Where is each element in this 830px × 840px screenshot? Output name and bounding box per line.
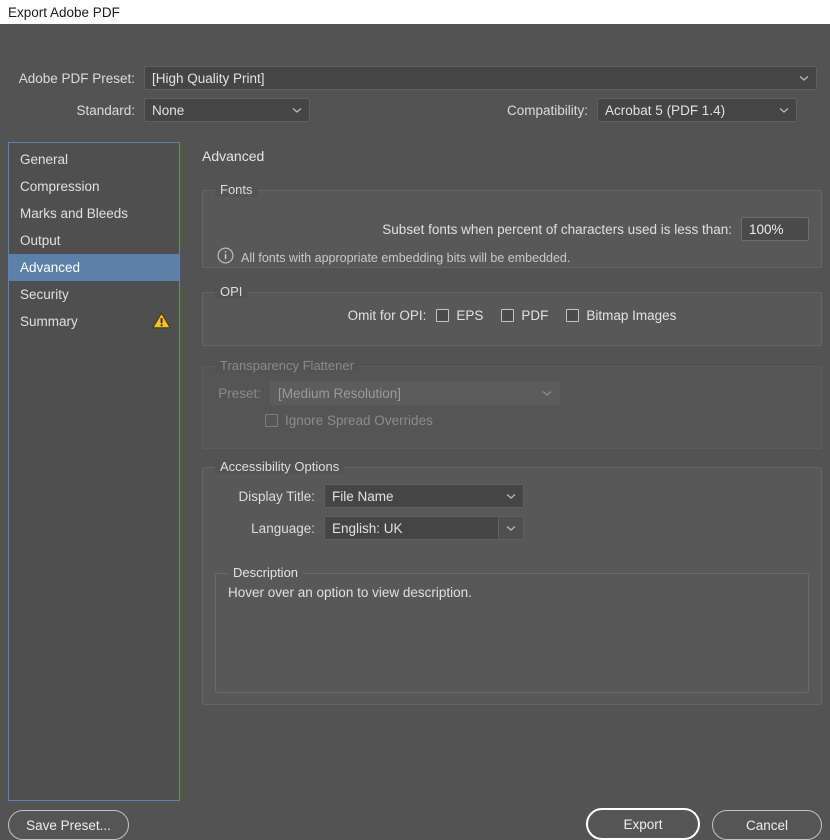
opi-pdf-checkbox[interactable]: PDF <box>501 308 548 323</box>
sidebar-item-output[interactable]: Output <box>9 227 179 254</box>
compatibility-select[interactable]: Acrobat 5 (PDF 1.4) <box>597 98 798 122</box>
window-title: Export Adobe PDF <box>8 4 120 20</box>
flattener-preset-select: [Medium Resolution] <box>270 381 560 405</box>
standard-select[interactable]: None <box>144 98 310 122</box>
flattener-preset-label: Preset: <box>218 385 261 401</box>
sidebar-item-label: Advanced <box>20 260 81 275</box>
sidebar-item-label: Security <box>20 287 69 302</box>
opi-pdf-label: PDF <box>521 308 549 323</box>
checkbox-box-icon <box>501 309 515 322</box>
export-button[interactable]: Export <box>586 808 700 840</box>
chevron-down-icon <box>292 105 302 115</box>
subset-fonts-label: Subset fonts when percent of characters … <box>382 221 732 237</box>
checkbox-box-icon <box>436 309 450 322</box>
opi-bitmap-images-label: Bitmap Images <box>586 308 677 323</box>
description-legend: Description <box>228 565 304 580</box>
sidebar-item-label: Summary <box>20 314 78 329</box>
sidebar-item-label: Output <box>20 233 61 248</box>
compatibility-value: Acrobat 5 (PDF 1.4) <box>605 102 726 118</box>
flattener-preset-row: Preset: [Medium Resolution] <box>203 381 560 405</box>
page-title: Advanced <box>202 148 265 164</box>
checkbox-box-icon <box>566 309 580 322</box>
sidebar-item-marks-and-bleeds[interactable]: Marks and Bleeds <box>9 200 179 227</box>
chevron-down-icon <box>506 526 516 531</box>
fonts-group: Fonts Subset fonts when percent of chara… <box>202 182 822 269</box>
adobe-pdf-preset-row: Adobe PDF Preset: [High Quality Print] <box>0 66 830 90</box>
save-preset-button[interactable]: Save Preset... <box>8 810 129 840</box>
cancel-button[interactable]: Cancel <box>712 810 822 840</box>
language-select[interactable]: English: UK <box>324 516 524 540</box>
display-title-value: File Name <box>332 488 394 504</box>
sidebar-item-security[interactable]: Security <box>9 281 179 308</box>
standard-compatibility-row: Standard: None Compatibility: Acrobat 5 … <box>0 98 830 122</box>
opi-group-legend: OPI <box>215 284 248 299</box>
language-dropdown-button[interactable] <box>498 517 523 539</box>
chevron-down-icon <box>779 105 789 115</box>
adobe-pdf-preset-select[interactable]: [High Quality Print] <box>144 66 817 90</box>
advanced-settings-panel: Advanced Fonts Subset fonts when percent… <box>188 142 822 801</box>
standard-value: None <box>152 102 185 118</box>
display-title-row: Display Title: File Name <box>203 484 524 508</box>
fonts-note-text: All fonts with appropriate embedding bit… <box>241 251 571 265</box>
compatibility-label: Compatibility: <box>507 102 589 118</box>
info-icon <box>217 247 234 269</box>
description-text: Hover over an option to view description… <box>228 585 472 600</box>
sidebar-item-label: Marks and Bleeds <box>20 206 129 221</box>
subset-fonts-input[interactable]: 100% <box>741 217 809 241</box>
accessibility-options-group: Accessibility Options Display Title: Fil… <box>202 459 822 705</box>
save-preset-label: Save Preset... <box>26 817 111 833</box>
adobe-pdf-preset-value: [High Quality Print] <box>152 70 265 86</box>
checkbox-box-icon <box>265 414 278 427</box>
sidebar-item-general[interactable]: General <box>9 146 179 173</box>
opi-group: OPI Omit for OPI: EPS PDF Bitmap Images <box>202 284 822 346</box>
cancel-label: Cancel <box>745 817 789 833</box>
language-row: Language: English: UK <box>203 516 524 540</box>
subset-fonts-value: 100% <box>749 221 784 237</box>
fonts-note-row: All fonts with appropriate embedding bit… <box>217 247 570 269</box>
settings-category-list[interactable]: General Compression Marks and Bleeds Out… <box>8 142 180 801</box>
opi-bitmap-images-checkbox[interactable]: Bitmap Images <box>566 308 676 323</box>
window-titlebar: Export Adobe PDF <box>0 0 830 24</box>
transparency-flattener-group: Transparency Flattener Preset: [Medium R… <box>202 358 822 449</box>
flattener-preset-value: [Medium Resolution] <box>278 385 402 401</box>
export-label: Export <box>623 816 663 832</box>
chevron-down-icon <box>542 388 552 398</box>
sidebar-item-label: General <box>20 152 69 167</box>
chevron-down-icon <box>506 491 516 501</box>
opi-eps-checkbox[interactable]: EPS <box>436 308 483 323</box>
ignore-spread-overrides-checkbox: Ignore Spread Overrides <box>265 413 433 428</box>
omit-for-opi-label: Omit for OPI: <box>347 308 427 323</box>
transparency-flattener-legend: Transparency Flattener <box>215 358 359 373</box>
description-box: Description Hover over an option to view… <box>215 565 809 693</box>
subset-fonts-row: Subset fonts when percent of characters … <box>203 217 821 241</box>
language-label: Language: <box>251 520 315 536</box>
omit-for-opi-row: Omit for OPI: EPS PDF Bitmap Images <box>203 308 821 323</box>
language-value: English: UK <box>332 520 403 536</box>
adobe-pdf-preset-label: Adobe PDF Preset: <box>18 70 135 86</box>
sidebar-item-label: Compression <box>20 179 100 194</box>
ignore-spread-overrides-label: Ignore Spread Overrides <box>285 413 433 428</box>
accessibility-options-legend: Accessibility Options <box>215 459 345 474</box>
display-title-select[interactable]: File Name <box>324 484 524 508</box>
display-title-label: Display Title: <box>238 488 315 504</box>
chevron-down-icon <box>799 73 809 83</box>
opi-eps-label: EPS <box>456 308 484 323</box>
export-adobe-pdf-dialog: Adobe PDF Preset: [High Quality Print] S… <box>0 24 830 840</box>
fonts-group-legend: Fonts <box>215 182 258 197</box>
warning-icon <box>152 312 171 332</box>
sidebar-item-summary[interactable]: Summary <box>9 308 179 335</box>
sidebar-item-advanced[interactable]: Advanced <box>9 254 179 281</box>
sidebar-item-compression[interactable]: Compression <box>9 173 179 200</box>
standard-label: Standard: <box>76 102 135 118</box>
